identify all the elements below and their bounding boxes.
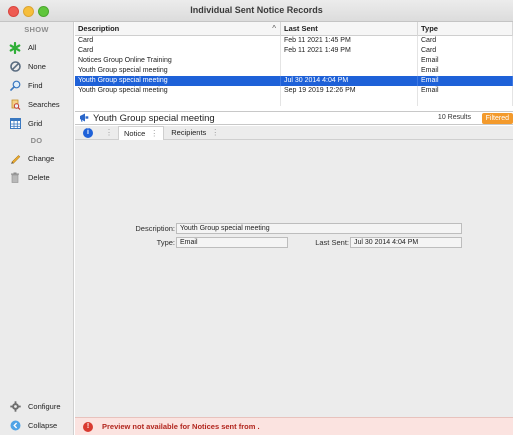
title-bar: Individual Sent Notice Records [0,0,513,22]
cell-last-sent: Sep 19 2019 12:26 PM [281,86,418,96]
collapse-icon [9,420,21,432]
filtered-badge[interactable]: Filtered [481,113,513,124]
sidebar-header-do: DO [30,136,43,145]
no-sign-icon [9,61,21,73]
sort-ascending-icon: ^ [272,24,276,33]
table-row-selected[interactable]: Youth Group special meeting Jul 30 2014 … [75,76,513,86]
sidebar-item-label: Grid [28,119,43,128]
sidebar-item-configure[interactable]: Configure [0,397,73,416]
grid-icon [9,118,21,130]
sidebar-item-searches[interactable]: Searches [0,95,73,114]
sidebar: SHOW All None Find Searches Grid DO Chan… [0,22,74,435]
results-count: 10 Results [437,114,471,121]
status-message: Preview not available for Notices sent f… [102,422,260,431]
cell-type: Email [418,66,513,76]
cell-description: Youth Group special meeting [75,86,281,96]
asterisk-icon [9,41,21,54]
info-icon[interactable]: i [83,127,93,138]
sidebar-item-grid[interactable]: Grid [0,114,73,133]
status-bar: ! Preview not available for Notices sent… [75,417,513,435]
sidebar-item-change[interactable]: Change [0,149,73,168]
cell-type: Email [418,76,513,86]
column-header-type[interactable]: Type [418,22,513,36]
detail-tabs: i ⋮ Notice ⋮ Recipients ⋮ [75,125,513,140]
detail-header: Youth Group special meeting 10 Results F… [75,111,513,125]
sidebar-item-none[interactable]: None [0,57,73,76]
cell-last-sent: Feb 11 2021 1:49 PM [281,46,418,56]
sidebar-item-label: Delete [28,173,50,182]
sidebar-item-label: None [28,62,46,71]
tab-separator: ⋮ [105,128,113,137]
cell-last-sent [281,56,418,66]
table-row[interactable]: Card Feb 11 2021 1:45 PM Card [75,36,513,46]
sidebar-item-label: All [28,43,37,52]
sidebar-bottom: Configure Collapse [0,397,73,435]
cell-last-sent: Jul 30 2014 4:04 PM [281,76,418,86]
detail-title: Youth Group special meeting [79,113,215,124]
warning-icon: ! [83,421,93,432]
window-title: Individual Sent Notice Records [190,5,323,15]
cell-description: Notices Group Online Training [75,56,281,66]
cell-last-sent [281,66,418,76]
sidebar-item-all[interactable]: All [0,38,73,57]
tab-notice[interactable]: Notice ⋮ [118,125,165,140]
sidebar-item-collapse[interactable]: Collapse [0,416,73,435]
table-header: Description ^ Last Sent Type [75,22,513,36]
description-field[interactable]: Youth Group special meeting [176,223,462,234]
cell-last-sent: Feb 11 2021 1:45 PM [281,36,418,46]
cell-type: Card [418,46,513,56]
table-row[interactable]: Notices Group Online Training Email [75,56,513,66]
cell-type: Email [418,86,513,96]
last-sent-field[interactable]: Jul 30 2014 4:04 PM [350,237,462,248]
detail-title-text: Youth Group special meeting [93,113,215,124]
type-label: Type: [156,238,175,247]
sidebar-item-label: Collapse [28,421,58,430]
cell-description: Youth Group special meeting [75,76,281,86]
cell-description: Card [75,36,281,46]
magnifier-icon [9,80,21,92]
sidebar-item-delete[interactable]: Delete [0,168,73,187]
table-row[interactable]: Card Feb 11 2021 1:49 PM Card [75,46,513,56]
notice-form: Description: Youth Group special meeting… [75,140,513,417]
column-header-description[interactable]: Description ^ [75,22,281,36]
cell-description: Youth Group special meeting [75,66,281,76]
cell-type: Card [418,36,513,46]
last-sent-label: Last Sent: [315,238,349,247]
cell-type: Email [418,56,513,66]
sidebar-item-label: Configure [28,402,61,411]
app-window: Individual Sent Notice Records SHOW All … [0,0,513,435]
type-field[interactable]: Email [176,237,288,248]
trash-icon [9,172,21,184]
megaphone-icon [79,113,89,124]
sidebar-item-label: Change [28,154,55,163]
sidebar-header-show: SHOW [24,25,49,34]
main-panel: Description ^ Last Sent Type Card Feb 11… [75,22,513,435]
description-label: Description: [135,224,175,233]
sidebar-item-find[interactable]: Find [0,76,73,95]
sidebar-item-label: Searches [28,100,60,109]
gear-icon [9,401,21,413]
cell-description: Card [75,46,281,56]
table-body: Card Feb 11 2021 1:45 PM Card Card Feb 1… [75,36,513,106]
pencil-icon [9,153,21,165]
column-header-last-sent[interactable]: Last Sent [281,22,418,36]
sidebar-item-label: Find [28,81,43,90]
searches-icon [9,99,21,111]
table-row-empty [75,96,513,106]
table-row[interactable]: Youth Group special meeting Sep 19 2019 … [75,86,513,96]
tab-recipients[interactable]: Recipients ⋮ [171,128,219,137]
table-row[interactable]: Youth Group special meeting Email [75,66,513,76]
